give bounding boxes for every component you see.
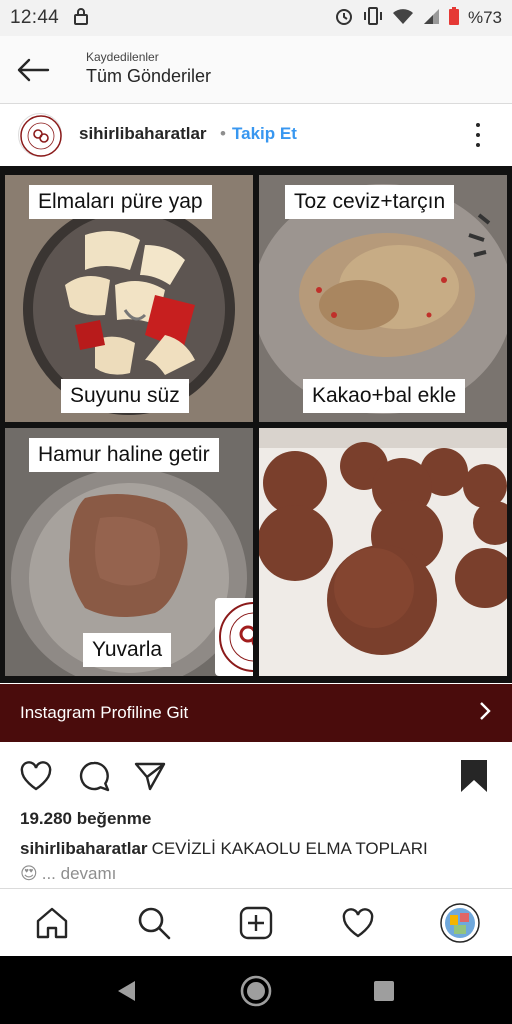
caption-step-4: Kakao+bal ekle <box>303 379 466 413</box>
more-options-button[interactable] <box>468 121 488 149</box>
comment-button[interactable] <box>76 758 112 794</box>
battery-percent: %73 <box>467 8 502 27</box>
bookmark-icon <box>461 760 487 792</box>
system-nav-bar <box>0 956 512 1024</box>
follow-button[interactable]: Takip Et <box>232 124 297 144</box>
panel-apples: Elmaları püre yap Suyunu süz <box>5 175 253 422</box>
wifi-icon <box>392 7 414 30</box>
share-button[interactable] <box>132 758 168 794</box>
avatar[interactable] <box>18 113 62 157</box>
profile-avatar <box>440 903 480 943</box>
profile-link-bar[interactable]: Instagram Profiline Git <box>0 684 512 742</box>
comment-icon <box>79 761 110 792</box>
post-header: sihirlibaharatlar • Takip Et <box>0 105 512 165</box>
heart-eyes-emoji: 😍 <box>20 864 38 883</box>
post-username[interactable]: sihirlibaharatlar <box>79 124 207 144</box>
nav-recents-icon <box>374 981 394 1001</box>
caption-step-2: Suyunu süz <box>61 379 189 413</box>
tab-add[interactable] <box>236 903 276 943</box>
post-image[interactable]: Elmaları püre yap Suyunu süz Toz ceviz+t… <box>0 166 512 683</box>
status-time: 12:44 <box>10 7 60 28</box>
search-icon <box>138 907 171 940</box>
status-bar: 12:44 %73 <box>0 0 512 36</box>
caption-step-5: Hamur haline getir <box>29 438 219 472</box>
brand-logo <box>215 598 253 676</box>
nav-back-icon <box>118 981 135 1001</box>
add-icon <box>239 906 273 940</box>
caption-step-3: Toz ceviz+tarçın <box>285 185 455 219</box>
profile-link-label: Instagram Profiline Git <box>20 703 189 722</box>
chevron-right-icon <box>478 701 492 726</box>
nav-home-icon <box>240 975 272 1007</box>
heart-icon <box>20 761 52 791</box>
post-caption: sihirlibaharatlar CEVİZLİ KAKAOLU ELMA TO… <box>20 839 428 859</box>
signal-icon <box>422 7 440 30</box>
tab-profile[interactable] <box>440 903 480 943</box>
likes-count[interactable]: 19.280 beğenme <box>20 809 151 829</box>
arrow-left-icon <box>17 58 50 82</box>
caption-step-1: Elmaları püre yap <box>29 185 212 219</box>
caption-more[interactable]: 😍 ... devamı <box>20 864 116 884</box>
save-button[interactable] <box>456 758 492 794</box>
panel-balls <box>259 428 507 676</box>
nav-back-button[interactable] <box>108 973 144 1009</box>
page-title: Tüm Gönderiler <box>86 66 212 86</box>
vibrate-icon <box>362 6 384 31</box>
lock-icon <box>73 7 89 30</box>
home-icon <box>36 907 68 939</box>
app-header: Kaydedilenler Tüm Gönderiler <box>0 36 512 104</box>
tab-search[interactable] <box>134 903 174 943</box>
battery-icon <box>448 6 460 31</box>
more-dot <box>476 123 480 127</box>
more-dot <box>476 133 480 137</box>
nav-home-button[interactable] <box>238 973 274 1009</box>
alarm-icon <box>334 6 354 31</box>
more-label[interactable]: ... devamı <box>42 864 117 884</box>
more-dot <box>476 143 480 147</box>
panel-walnuts: Toz ceviz+tarçın Kakao+bal ekle <box>259 175 507 422</box>
back-button[interactable] <box>12 50 54 90</box>
post-actions <box>0 750 512 800</box>
caption-step-6: Yuvarla <box>83 633 172 667</box>
share-icon <box>134 762 166 791</box>
activity-icon <box>342 908 374 938</box>
tab-activity[interactable] <box>338 903 378 943</box>
like-button[interactable] <box>18 758 54 794</box>
tab-home[interactable] <box>32 903 72 943</box>
nav-recents-button[interactable] <box>366 973 402 1009</box>
panel-dough: Hamur haline getir Yuvarla <box>5 428 253 676</box>
header-subtitle: Kaydedilenler <box>86 50 159 64</box>
bottom-tab-bar <box>0 888 512 956</box>
separator-dot: • <box>220 124 226 143</box>
caption-text: CEVİZLİ KAKAOLU ELMA TOPLARI <box>151 839 428 858</box>
caption-username[interactable]: sihirlibaharatlar <box>20 839 148 858</box>
